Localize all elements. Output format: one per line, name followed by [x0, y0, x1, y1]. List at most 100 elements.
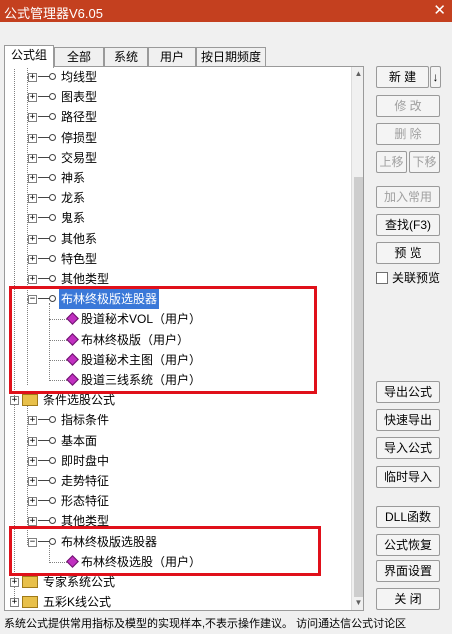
quick-export-button[interactable]: 快速导出 — [376, 409, 440, 431]
new-dropdown-button[interactable]: ↓ — [430, 66, 441, 88]
tab-formula-group[interactable]: 公式组 — [4, 45, 54, 68]
tree-group-item[interactable]: + 走势特征 — [5, 471, 345, 491]
key-icon — [38, 254, 56, 263]
key-icon — [38, 133, 56, 142]
move-up-button[interactable]: 上移 — [376, 151, 407, 173]
window-title: 公式管理器V6.05 — [4, 6, 103, 21]
expand-icon[interactable]: + — [10, 598, 19, 608]
tree-item-label: 走势特征 — [61, 474, 110, 488]
scrollbar-thumb[interactable] — [354, 177, 363, 597]
temp-import-button[interactable]: 临时导入 — [376, 466, 440, 488]
tree-group-item[interactable]: + 基本面 — [5, 431, 345, 451]
tree-group-item[interactable]: + 形态特征 — [5, 491, 345, 511]
expand-icon[interactable]: + — [10, 396, 19, 406]
tree-group-item[interactable]: + 龙系 — [5, 188, 345, 208]
key-icon — [38, 275, 56, 283]
status-bar: 系统公式提供常用指标及模型的实现样本,不表示操作建议。 访问通达信公式讨论区 — [4, 618, 407, 630]
key-icon — [38, 214, 56, 222]
tree-item-label: 均线型 — [61, 70, 98, 84]
folder-icon — [22, 576, 38, 588]
close-button[interactable]: 关 闭 — [376, 588, 440, 610]
tree-item-label: 鬼系 — [61, 211, 86, 226]
import-formula-button[interactable]: 导入公式 — [376, 437, 440, 459]
expand-icon[interactable]: + — [28, 456, 37, 466]
delete-button[interactable]: 删 除 — [376, 123, 440, 145]
key-icon — [38, 456, 56, 465]
tree-item-label: 其他系 — [61, 231, 98, 246]
tree-group-item[interactable]: + 即时盘中 — [5, 451, 345, 471]
tree-item-label: 路径型 — [61, 110, 98, 125]
expand-icon[interactable]: + — [28, 194, 37, 204]
expand-icon[interactable]: + — [28, 133, 37, 143]
scroll-down-icon[interactable]: ▼ — [352, 596, 363, 610]
ui-settings-button[interactable]: 界面设置 — [376, 560, 440, 582]
export-formula-button[interactable]: 导出公式 — [376, 381, 440, 403]
folder-icon — [22, 394, 38, 407]
dll-function-button[interactable]: DLL函数 — [376, 506, 440, 528]
tree-item-label: 特色型 — [61, 251, 98, 266]
tree-group-item[interactable]: + 停损型 — [5, 128, 345, 148]
key-icon — [38, 153, 56, 162]
expand-icon[interactable]: + — [10, 578, 19, 587]
tab-system[interactable]: 系统 — [104, 47, 148, 67]
tree-group-item[interactable]: + 交易型 — [5, 148, 345, 168]
tree-group-item[interactable]: + 其他系 — [5, 229, 345, 249]
key-icon — [38, 517, 56, 525]
tree-group-item[interactable]: + 特色型 — [5, 249, 345, 269]
key-icon — [38, 113, 56, 121]
tree-group-item[interactable]: + 鬼系 — [5, 208, 345, 228]
expand-icon[interactable]: + — [28, 113, 37, 123]
expand-icon[interactable]: + — [28, 174, 37, 183]
folder-icon — [22, 596, 38, 609]
tree-item-label: 停损型 — [61, 130, 98, 145]
expand-icon[interactable]: + — [28, 73, 37, 82]
tree-group-item[interactable]: + 均线型 — [5, 67, 345, 87]
expand-icon[interactable]: + — [28, 254, 37, 264]
expand-icon[interactable]: + — [28, 153, 37, 163]
formula-restore-button[interactable]: 公式恢复 — [376, 534, 440, 556]
modify-button[interactable]: 修 改 — [376, 95, 440, 117]
tree-item-label: 神系 — [61, 171, 86, 185]
expand-icon[interactable]: + — [28, 275, 37, 284]
highlight-box — [9, 286, 317, 394]
key-icon — [38, 477, 56, 485]
key-icon — [38, 174, 56, 182]
linked-preview-checkbox[interactable] — [376, 272, 388, 284]
tab-user[interactable]: 用户 — [148, 47, 196, 67]
expand-icon[interactable]: + — [28, 477, 37, 486]
tree-item-label: 指标条件 — [61, 413, 110, 428]
new-button[interactable]: 新 建 — [376, 66, 429, 88]
expand-icon[interactable]: + — [28, 93, 37, 103]
scroll-up-icon[interactable]: ▲ — [352, 67, 363, 81]
tree-group-item[interactable]: + 图表型 — [5, 87, 345, 107]
key-icon — [38, 194, 56, 202]
key-icon — [38, 73, 56, 81]
move-down-button[interactable]: 下移 — [409, 151, 440, 173]
tree-group-item[interactable]: + 指标条件 — [5, 410, 345, 430]
tab-all[interactable]: 全部 — [54, 47, 104, 67]
expand-icon[interactable]: + — [28, 497, 37, 507]
expand-icon[interactable]: + — [28, 416, 37, 426]
tree-folder-item[interactable]: + 五彩K线公式 — [5, 592, 345, 610]
tree-item-label: 即时盘中 — [61, 453, 110, 468]
key-icon — [38, 497, 56, 505]
add-common-button[interactable]: 加入常用 — [376, 186, 440, 208]
expand-icon[interactable]: + — [28, 214, 37, 224]
tree-group-item[interactable]: + 神系 — [5, 168, 345, 188]
tree-item-label: 交易型 — [61, 150, 98, 165]
key-icon — [38, 93, 56, 101]
title-bar: 公式管理器V6.05 ✕ — [0, 0, 452, 22]
expand-icon[interactable]: + — [28, 436, 37, 446]
linked-preview-label: 关联预览 — [392, 271, 441, 285]
tree-item-label: 五彩K线公式 — [43, 595, 112, 610]
tab-by-date-frequency[interactable]: 按日期频度 — [196, 47, 266, 67]
expand-icon[interactable]: + — [28, 234, 37, 244]
tree-group-item[interactable]: + 路径型 — [5, 107, 345, 127]
highlight-box — [9, 526, 321, 576]
close-icon[interactable]: ✕ — [433, 1, 446, 19]
tree-scrollbar[interactable]: ▲ ▼ — [351, 67, 363, 610]
tree-item-label: 图表型 — [61, 90, 98, 105]
preview-button[interactable]: 预 览 — [376, 242, 440, 264]
tree-item-label: 基本面 — [61, 433, 98, 448]
find-button[interactable]: 查找(F3) — [376, 214, 440, 236]
